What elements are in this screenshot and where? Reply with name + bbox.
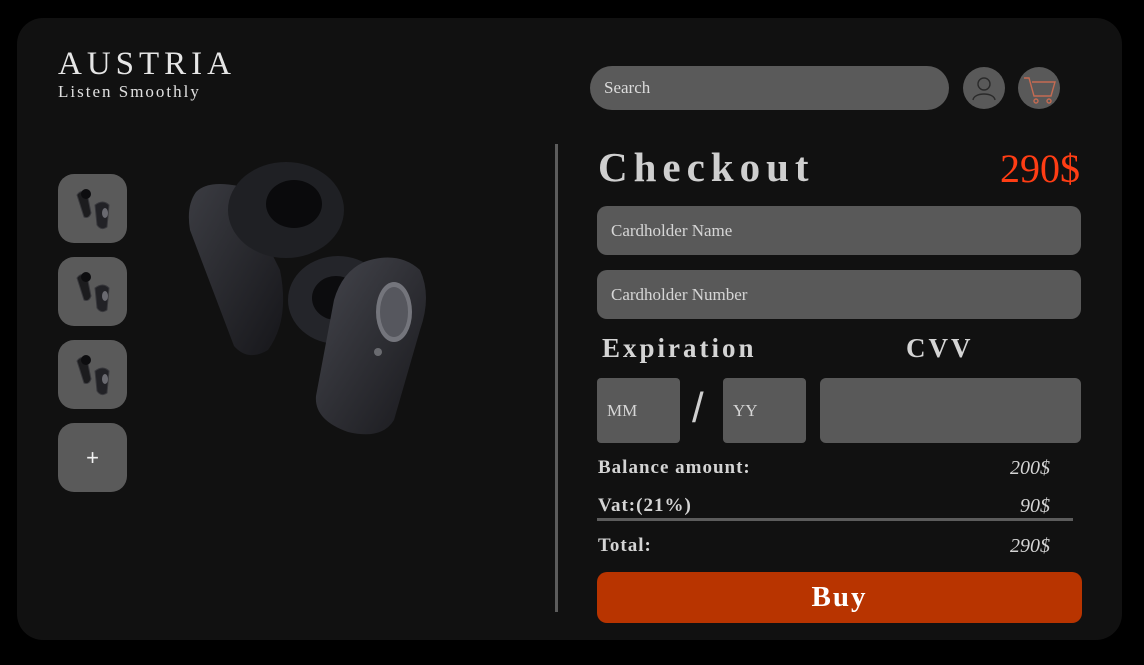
search-input[interactable] [590,66,949,110]
section-divider [555,144,558,612]
brand: AUSTRIA Listen Smoothly [58,46,236,102]
cardholder-name-field[interactable] [597,206,1081,255]
earbuds-thumbnail-image [75,188,110,229]
cvv-label: CVV [906,333,974,363]
balance-value: 200$ [1010,457,1050,479]
price-display: 290$ [1000,146,1080,191]
cart-button[interactable] [1018,67,1060,109]
brand-subtitle: Listen Smoothly [58,82,201,101]
add-image-button[interactable]: + [58,423,127,492]
cvv-field[interactable] [820,378,1081,443]
thumbnail-gallery: + [58,174,127,506]
user-button[interactable] [963,67,1005,109]
date-separator: / [692,384,704,431]
earbuds-thumbnail[interactable] [58,174,127,243]
earbuds-thumbnail[interactable] [58,340,127,409]
buy-button[interactable]: Buy [597,572,1082,623]
total-label: Total: [598,535,652,556]
checkout-title: Checkout [598,144,815,190]
earbuds-product-image [188,162,426,435]
vat-value: 90$ [1020,495,1050,517]
expiration-month-field[interactable] [597,378,680,443]
expiration-year-field[interactable] [723,378,806,443]
earbuds-thumbnail-image [75,354,110,395]
balance-label: Balance amount: [598,457,751,478]
total-value: 290$ [1010,535,1050,557]
user-icon [972,77,996,101]
earbuds-thumbnail[interactable] [58,257,127,326]
cart-icon [1024,77,1056,104]
expiration-label: Expiration [602,333,757,363]
cardholder-number-field[interactable] [597,270,1081,319]
earbuds-thumbnail-image [75,271,110,312]
summary-divider [597,518,1073,521]
vat-label: Vat:(21%) [598,495,692,516]
brand-title: AUSTRIA [58,46,237,82]
